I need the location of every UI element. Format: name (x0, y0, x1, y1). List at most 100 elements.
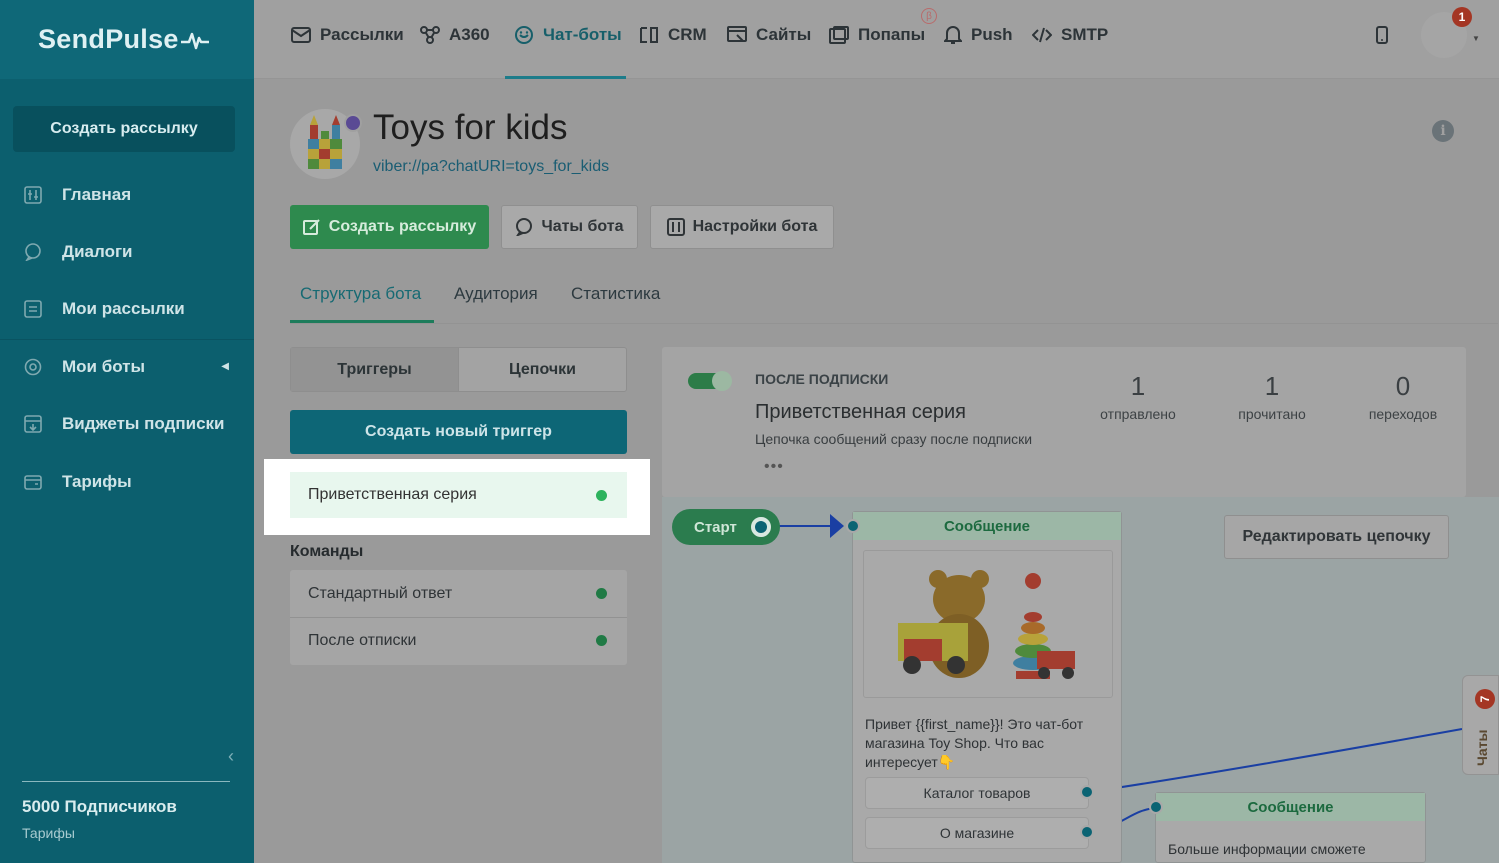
stat-value: 1 (1130, 371, 1146, 401)
wallet-icon (23, 472, 43, 492)
notification-badge: 1 (1452, 7, 1472, 27)
option-label: Каталог товаров (923, 785, 1031, 801)
trigger-label: Приветственная серия (308, 486, 477, 503)
tabs-divider (290, 323, 1498, 324)
segment-triggers[interactable]: Триггеры (291, 348, 459, 391)
stat-label: переходов (1368, 406, 1438, 422)
create-mailing-button[interactable]: Создать рассылку (290, 205, 489, 249)
pulse-logo-icon (180, 32, 209, 49)
edit-chain-button[interactable]: Редактировать цепочку (1224, 515, 1449, 559)
sidebar: SendPulse Создать рассылку Главная Диало… (0, 0, 254, 863)
message-node-2[interactable]: Сообщение Больше информации сможете (1155, 792, 1426, 863)
dashboard-icon (23, 185, 43, 205)
logo-text: SendPulse (38, 24, 179, 54)
flow-active-toggle[interactable] (688, 371, 732, 391)
topnav-popups[interactable]: Попапы (829, 24, 925, 46)
topnav-label: A360 (449, 25, 490, 44)
commands-heading: Команды (290, 543, 364, 560)
flow-name: Приветственная серия (755, 401, 966, 423)
sidebar-item-widgets[interactable]: Виджеты подписки (0, 401, 254, 447)
button-label: Создать рассылку (328, 218, 477, 235)
topnav-a360[interactable]: A360 (420, 24, 490, 46)
topnav-crm[interactable]: CRM (639, 24, 707, 46)
node-input-port[interactable] (846, 519, 860, 533)
status-dot (596, 588, 607, 599)
trigger-item[interactable]: Приветственная серия (290, 472, 627, 518)
beta-badge: β (921, 8, 937, 24)
segment-chains[interactable]: Цепочки (459, 348, 626, 391)
bot-chats-button[interactable]: Чаты бота (501, 205, 638, 249)
button-label: Чаты бота (541, 218, 624, 235)
sidebar-item-label: Мои рассылки (62, 299, 185, 318)
topnav-mailings[interactable]: Рассылки (291, 24, 404, 46)
envelope-icon (291, 27, 311, 43)
tab-audience[interactable]: Аудитория (454, 284, 538, 304)
divider (22, 781, 230, 782)
topnav-label: SMTP (1061, 25, 1109, 44)
mobile-icon[interactable] (1376, 26, 1388, 44)
chat-bubble-icon (23, 242, 43, 262)
more-options-icon[interactable]: ••• (764, 458, 784, 476)
topnav-label: CRM (668, 25, 707, 44)
chevron-down-icon[interactable]: ▼ (1472, 34, 1480, 43)
stat-value: 1 (1264, 371, 1280, 401)
sidebar-item-tariffs[interactable]: Тарифы (0, 459, 254, 505)
status-dot (596, 489, 607, 501)
command-label: Стандартный ответ (308, 584, 453, 602)
topnav-push[interactable]: Push (944, 24, 1013, 46)
logo[interactable]: SendPulse (0, 0, 254, 79)
site-icon (727, 26, 747, 42)
popup-icon (829, 26, 849, 44)
sidebar-item-label: Главная (62, 185, 132, 204)
start-output-port[interactable] (747, 513, 775, 541)
edit-icon (302, 219, 320, 235)
tab-bot-structure[interactable]: Структура бота (300, 284, 421, 304)
node-header: Сообщение (853, 512, 1121, 540)
stat-sent: 1 отправлено (1083, 371, 1193, 422)
command-item[interactable]: Стандартный ответ (290, 570, 627, 617)
message-node[interactable]: Сообщение Привет {{first_name}}! Это чат… (852, 511, 1122, 863)
triggers-chains-toggle: Триггеры Цепочки (290, 347, 627, 392)
viber-icon (344, 114, 362, 132)
subscribers-count: 5000 Подписчиков (22, 797, 177, 816)
commands-list: Стандартный ответ После отписки (290, 570, 627, 665)
tab-statistics[interactable]: Статистика (571, 284, 660, 304)
sidebar-item-dialogs[interactable]: Диалоги (0, 229, 254, 275)
tariffs-link[interactable]: Тарифы (22, 825, 75, 841)
sidebar-item-my-bots[interactable]: Мои боты ◀ (0, 344, 254, 390)
settings-sliders-icon (666, 218, 685, 236)
sidebar-create-mailing-button[interactable]: Создать рассылку (13, 106, 235, 152)
topnav-smtp[interactable]: SMTP (1032, 24, 1108, 46)
bell-icon (944, 26, 962, 44)
network-icon (420, 26, 440, 44)
topnav-sites[interactable]: Сайты (727, 24, 811, 46)
quick-reply-button[interactable]: Каталог товаров (865, 777, 1094, 809)
bot-icon (23, 357, 43, 377)
sidebar-item-my-mailings[interactable]: Мои рассылки (0, 286, 254, 332)
message-text: Привет {{first_name}}! Это чат-бот магаз… (865, 716, 1084, 770)
crm-icon (640, 27, 658, 43)
quick-reply-button[interactable]: О магазине (865, 817, 1094, 849)
collapse-sidebar-icon[interactable]: ‹ (228, 746, 234, 767)
topnav-label: Push (971, 25, 1013, 44)
stat-label: отправлено (1100, 406, 1176, 422)
node-input-port[interactable] (1149, 800, 1163, 814)
button-label: Настройки бота (692, 218, 818, 235)
bot-settings-button[interactable]: Настройки бота (650, 205, 834, 249)
command-item[interactable]: После отписки (290, 617, 627, 664)
node-header: Сообщение (1156, 793, 1425, 821)
create-trigger-button[interactable]: Создать новый триггер (290, 410, 627, 454)
sidebar-item-home[interactable]: Главная (0, 172, 254, 218)
status-dot (596, 635, 607, 646)
option-output-port[interactable] (1080, 825, 1094, 839)
option-output-port[interactable] (1080, 785, 1094, 799)
topnav-label: Попапы (858, 25, 926, 44)
chatbot-icon (515, 26, 533, 44)
bot-title: Toys for kids (373, 108, 568, 147)
code-icon (1032, 27, 1052, 43)
widget-icon (23, 414, 43, 434)
sidebar-item-label: Виджеты подписки (62, 414, 225, 433)
topnav-chatbots[interactable]: Чат-боты (514, 24, 622, 46)
info-icon[interactable]: i (1432, 120, 1454, 142)
bot-link[interactable]: viber://pa?chatURI=toys_for_kids (373, 158, 609, 176)
